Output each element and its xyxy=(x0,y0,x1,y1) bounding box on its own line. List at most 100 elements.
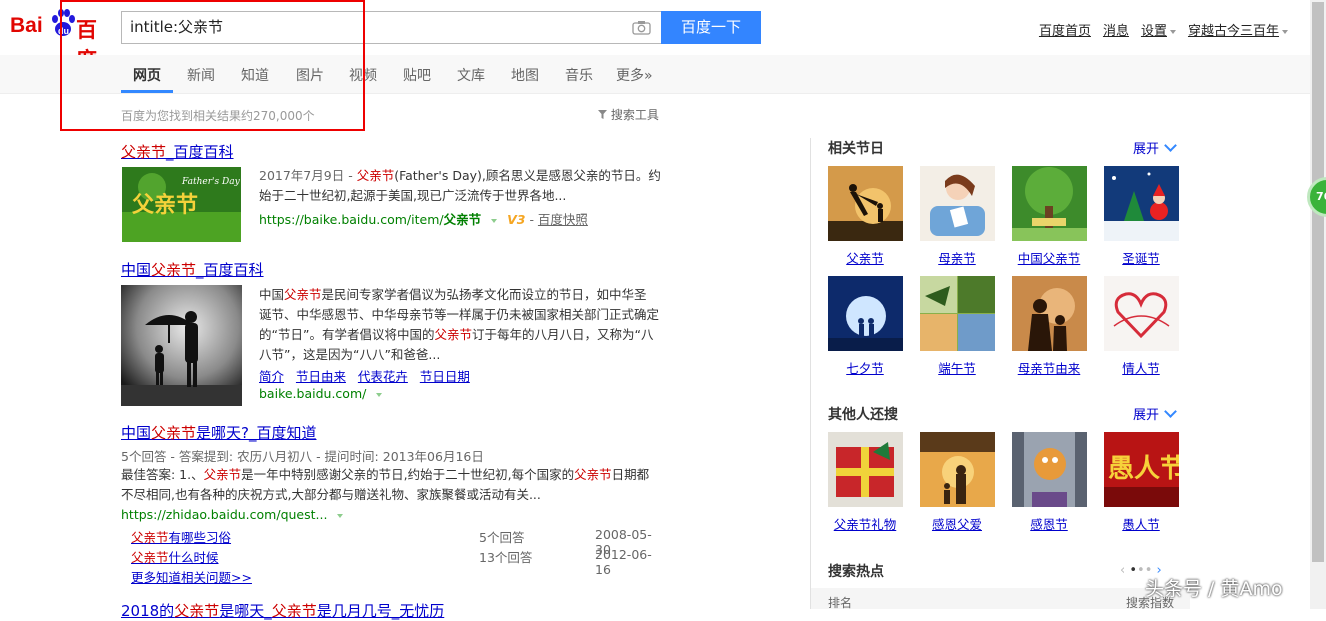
abstract-highlight: 父亲节 xyxy=(574,467,612,482)
settings-link[interactable]: 设置 xyxy=(1141,20,1176,39)
result-2-abstract: 中国父亲节是民间专家学者倡议为弘扬孝文化而设立的节日，如中华圣诞节、中华感恩节、… xyxy=(259,285,659,365)
holiday-mothers-day-origin-image[interactable] xyxy=(1012,276,1087,351)
holiday-label[interactable]: 父亲节 xyxy=(820,248,910,267)
question-highlight: 父亲节 xyxy=(131,530,169,545)
search-gratitude-image[interactable] xyxy=(920,432,995,507)
result-3-url[interactable]: https://zhidao.baidu.com/quest... xyxy=(121,507,344,522)
related-question-link[interactable]: 父亲节有哪些习俗 xyxy=(131,530,231,545)
more-questions-label: 更多知道相关问题>> xyxy=(131,570,252,585)
more-questions-link[interactable]: 更多知道相关问题>> xyxy=(131,567,252,586)
svg-text:Father's Day: Father's Day xyxy=(181,177,241,187)
title-prefix: 2018的 xyxy=(121,602,175,620)
search-thanksgiving-image[interactable] xyxy=(1012,432,1087,507)
question-text: 有哪些习俗 xyxy=(168,530,232,545)
camera-icon[interactable] xyxy=(632,20,651,35)
holiday-label[interactable]: 端午节 xyxy=(912,358,1002,377)
tab-wenku[interactable]: 文库 xyxy=(457,65,485,85)
messages-link[interactable]: 消息 xyxy=(1103,20,1129,39)
holiday-label[interactable]: 中国父亲节 xyxy=(1004,248,1094,267)
sublink-origin[interactable]: 节日由来 xyxy=(296,369,346,384)
title-highlight: 父亲节 xyxy=(121,143,167,161)
user-menu[interactable]: 穿越古今三百年 xyxy=(1188,20,1288,39)
title-prefix: 中国 xyxy=(121,424,152,442)
holiday-christmas-image[interactable] xyxy=(1104,166,1179,241)
search-april-fools-image[interactable]: 愚人节 xyxy=(1104,432,1179,507)
page-dot-icon: • xyxy=(1137,563,1145,578)
holiday-mothers-day-image[interactable] xyxy=(920,166,995,241)
title-highlight: 父亲节 xyxy=(271,602,317,620)
chevron-down-icon xyxy=(491,218,498,223)
scrollbar-thumb[interactable] xyxy=(1312,2,1324,562)
question-date: 2012-06-16 xyxy=(595,547,652,577)
tab-music[interactable]: 音乐 xyxy=(565,65,593,85)
abstract-text: 是一年中特别感谢父亲的节日,约始于二十世纪初,每个国家的 xyxy=(241,467,575,482)
result-2-url[interactable]: baike.baidu.com/ xyxy=(259,386,383,401)
hot-search-title: 搜索热点 xyxy=(828,564,884,580)
title-highlight: 父亲节 xyxy=(151,424,197,442)
title-text: _百度百科 xyxy=(166,143,234,161)
result-date: 2017年7月9日 - xyxy=(259,168,357,183)
title-highlight: 父亲节 xyxy=(151,261,197,279)
title-text: 是哪天_ xyxy=(219,602,272,620)
result-3-title[interactable]: 中国父亲节是哪天?_百度知道 xyxy=(121,422,317,443)
search-tools[interactable]: 搜索工具 xyxy=(598,106,659,123)
result-4-title[interactable]: 2018的父亲节是哪天_父亲节是几月几号_无忧历 xyxy=(121,600,444,621)
related-search-label[interactable]: 感恩父爱 xyxy=(912,514,1002,533)
chevron-left-icon[interactable]: ‹ xyxy=(1120,563,1125,578)
v3-badge-icon: V3 xyxy=(507,212,526,227)
holiday-label[interactable]: 母亲节 xyxy=(912,248,1002,267)
page-dot-icon: • xyxy=(1129,563,1138,578)
sublink-date[interactable]: 节日日期 xyxy=(420,369,470,384)
chevron-down-icon xyxy=(1169,29,1176,34)
rank-column: 排名 xyxy=(828,596,853,610)
chevron-down-icon xyxy=(376,392,383,397)
result-1-abstract: 2017年7月9日 - 父亲节(Father's Day),顾名思义是感恩父亲的… xyxy=(259,166,664,206)
title-prefix: 中国 xyxy=(121,261,152,279)
sublink-intro[interactable]: 简介 xyxy=(259,369,284,384)
search-button[interactable]: 百度一下 xyxy=(661,11,761,44)
result-2-title[interactable]: 中国父亲节_百度百科 xyxy=(121,259,264,280)
search-tools-label: 搜索工具 xyxy=(610,108,659,122)
answer-count: 5个回答 xyxy=(479,530,525,545)
holiday-valentines-image[interactable] xyxy=(1104,276,1179,351)
related-search-label[interactable]: 父亲节礼物 xyxy=(820,514,910,533)
title-text: _百度百科 xyxy=(196,261,264,279)
search-fathers-gift-image[interactable] xyxy=(828,432,903,507)
answer-count: 13个回答 xyxy=(479,550,533,565)
result-1-url[interactable]: https://baike.baidu.com/item/父亲节 V3 - 百度… xyxy=(259,209,588,228)
column-divider xyxy=(810,138,811,609)
chevron-down-icon xyxy=(337,513,344,518)
holiday-label[interactable]: 七夕节 xyxy=(820,358,910,377)
tab-map[interactable]: 地图 xyxy=(511,65,539,85)
related-holidays-expand[interactable]: 展开 xyxy=(1133,138,1177,157)
related-search-label[interactable]: 愚人节 xyxy=(1096,514,1186,533)
result-2-image[interactable] xyxy=(121,285,242,406)
holiday-label[interactable]: 圣诞节 xyxy=(1096,248,1186,267)
related-question-row: 父亲节有哪些习俗 5个回答 2008-05-30 xyxy=(131,527,661,557)
holiday-label[interactable]: 情人节 xyxy=(1096,358,1186,377)
sublink-flower[interactable]: 代表花卉 xyxy=(358,369,408,384)
result-1-image[interactable]: 父亲节 Father's Day xyxy=(122,167,241,242)
result-1-title[interactable]: 父亲节_百度百科 xyxy=(121,141,234,162)
related-search-label[interactable]: 感恩节 xyxy=(1004,514,1094,533)
tab-more[interactable]: 更多» xyxy=(616,65,653,85)
holiday-dragon-boat-image[interactable] xyxy=(920,276,995,351)
others-searched-title: 其他人还搜 xyxy=(828,407,898,423)
others-searched-expand[interactable]: 展开 xyxy=(1133,404,1177,423)
svg-text:愚人节: 愚人节 xyxy=(1108,454,1179,484)
logo-text-left: Bai xyxy=(10,14,43,37)
expand-label: 展开 xyxy=(1133,142,1160,157)
holiday-label[interactable]: 母亲节由来 xyxy=(1004,358,1094,377)
tab-tieba[interactable]: 贴吧 xyxy=(403,65,431,85)
watermark: 头条号 / 黄Amo xyxy=(1145,578,1283,600)
holiday-qixi-image[interactable] xyxy=(828,276,903,351)
expand-label: 展开 xyxy=(1133,408,1160,423)
home-link[interactable]: 百度首页 xyxy=(1039,20,1091,39)
related-question-link[interactable]: 父亲节什么时候 xyxy=(131,550,219,565)
holiday-fathers-day-image[interactable] xyxy=(828,166,903,241)
result-2-sublinks: 简介 节日由来 代表花卉 节日日期 xyxy=(259,366,470,385)
snapshot-link[interactable]: 百度快照 xyxy=(538,212,588,227)
title-highlight: 父亲节 xyxy=(174,602,220,620)
url-text: https://zhidao.baidu.com/quest... xyxy=(121,507,328,522)
holiday-chinese-fathers-day-image[interactable] xyxy=(1012,166,1087,241)
